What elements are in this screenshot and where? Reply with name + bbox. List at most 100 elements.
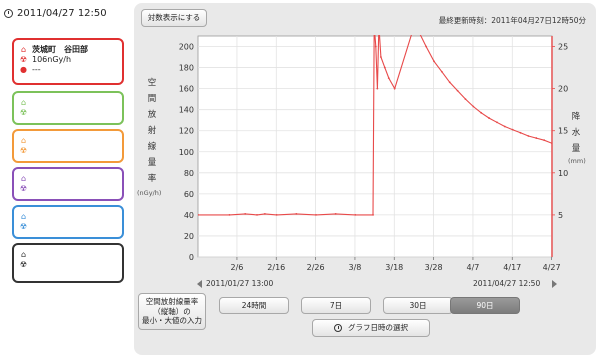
data-point: [440, 70, 443, 73]
data-point: [244, 212, 247, 215]
datetime-text: 2011/04/27 12:50: [17, 8, 107, 19]
scroll-right-arrow-icon[interactable]: [552, 280, 557, 288]
data-point: [263, 212, 266, 215]
raindrop-icon: ●: [20, 64, 27, 74]
y2-tick-label: 20: [558, 85, 568, 94]
y-tick-label: 80: [184, 169, 194, 178]
data-point: [315, 214, 317, 216]
y-tick-label: 200: [179, 43, 194, 52]
radiation-icon: ☢: [19, 107, 28, 117]
data-point: [372, 214, 374, 216]
min-max-input-button[interactable]: 空間放射線量率 （縦軸）の 最小・大値の入力: [138, 293, 206, 330]
x-tick-label: 3/8: [349, 263, 362, 272]
data-point: [488, 117, 490, 119]
station-dose: 106nGy/h: [32, 54, 72, 64]
data-point: [519, 131, 522, 134]
y-tick-label: 120: [179, 127, 194, 136]
data-point: [503, 125, 506, 128]
data-point: [448, 81, 451, 84]
y-tick-label: 140: [179, 106, 194, 115]
data-point: [543, 139, 546, 142]
scroll-left-arrow-icon[interactable]: [197, 280, 202, 288]
radiation-icon: ☢: [19, 183, 28, 193]
y2-tick-label: 25: [558, 43, 568, 52]
data-point: [511, 128, 514, 131]
radiation-icon: ☢: [19, 54, 28, 64]
data-point: [256, 214, 258, 216]
station-card-4[interactable]: ⌂ ☢: [12, 167, 124, 201]
range-start: 2011/01/27 13:00: [206, 279, 274, 288]
data-point: [380, 56, 382, 58]
radiation-icon: ☢: [19, 259, 28, 269]
y2-tick-label: 10: [558, 169, 568, 178]
data-point: [295, 212, 298, 215]
period-24h-button[interactable]: 24時間: [219, 297, 289, 314]
data-point: [376, 87, 379, 90]
radiation-icon: ☢: [19, 145, 28, 155]
clock-icon: [334, 324, 342, 332]
y2-tick-label: 5: [558, 211, 563, 220]
data-point: [373, 25, 375, 27]
station-rain: ---: [32, 64, 41, 74]
house-icon: ⌂: [20, 97, 27, 107]
data-point: [433, 60, 435, 63]
y-tick-label: 60: [184, 190, 194, 199]
data-point: [535, 137, 538, 139]
house-icon: ⌂: [20, 249, 27, 259]
data-point: [334, 212, 337, 215]
data-point: [456, 89, 459, 92]
data-point: [480, 111, 483, 114]
graph-date-select-button[interactable]: グラフ日時の選択: [312, 319, 430, 337]
x-tick-label: 3/28: [425, 263, 443, 272]
data-point: [464, 98, 467, 101]
data-point: [374, 45, 377, 48]
data-point: [472, 105, 475, 108]
house-icon: ⌂: [20, 44, 27, 54]
data-point: [198, 214, 199, 216]
data-point: [417, 30, 419, 32]
station-card-6[interactable]: ⌂ ☢: [12, 243, 124, 283]
x-tick-label: 2/6: [231, 263, 244, 272]
data-point: [413, 25, 415, 27]
data-point: [354, 214, 357, 216]
x-tick-label: 2/16: [267, 263, 285, 272]
clock-icon: [4, 9, 13, 18]
period-90d-button[interactable]: 90日: [450, 297, 520, 314]
graph-panel: 対数表示にする 最終更新時刻：2011年04月27日12時50分 空 間 放 射…: [134, 3, 596, 355]
y-tick-label: 100: [179, 148, 194, 157]
x-tick-label: 2/26: [307, 263, 325, 272]
data-point: [527, 135, 530, 137]
range-end: 2011/04/27 12:50: [473, 279, 541, 288]
y-tick-label: 0: [189, 253, 194, 262]
x-tick-label: 3/18: [385, 263, 403, 272]
period-30d-button[interactable]: 30日: [383, 297, 453, 314]
plot-area: [197, 35, 553, 258]
y2-tick-label: 15: [558, 127, 568, 136]
data-point: [425, 45, 428, 48]
station-name: 茨城町 谷田部: [32, 44, 88, 54]
graph-date-select-label: グラフ日時の選択: [348, 323, 408, 332]
current-datetime: 2011/04/27 12:50: [4, 8, 107, 19]
data-point: [387, 77, 390, 79]
data-point: [383, 66, 386, 69]
data-point: [393, 87, 396, 90]
period-7d-button[interactable]: 7日: [301, 297, 371, 314]
house-icon: ⌂: [20, 135, 27, 145]
data-point: [228, 214, 231, 216]
data-point: [496, 121, 498, 124]
house-icon: ⌂: [20, 211, 27, 221]
data-point: [378, 25, 380, 27]
y-tick-label: 40: [184, 211, 194, 220]
x-tick-label: 4/17: [503, 263, 521, 272]
station-card-5[interactable]: ⌂ ☢: [12, 205, 124, 239]
radiation-icon: ☢: [19, 221, 28, 231]
x-tick-label: 4/7: [467, 263, 480, 272]
station-card-3[interactable]: ⌂ ☢: [12, 129, 124, 163]
y-tick-label: 180: [179, 64, 194, 73]
data-point: [275, 214, 278, 216]
station-card-1[interactable]: ⌂ 茨城町 谷田部 ☢ 106nGy/h ● ---: [12, 38, 124, 85]
house-icon: ⌂: [20, 173, 27, 183]
app-root: 2011/04/27 12:50 ⌂ 茨城町 谷田部 ☢ 106nGy/h ● ---…: [0, 0, 600, 358]
y-tick-label: 20: [184, 232, 194, 241]
station-card-2[interactable]: ⌂ ☢: [12, 91, 124, 125]
